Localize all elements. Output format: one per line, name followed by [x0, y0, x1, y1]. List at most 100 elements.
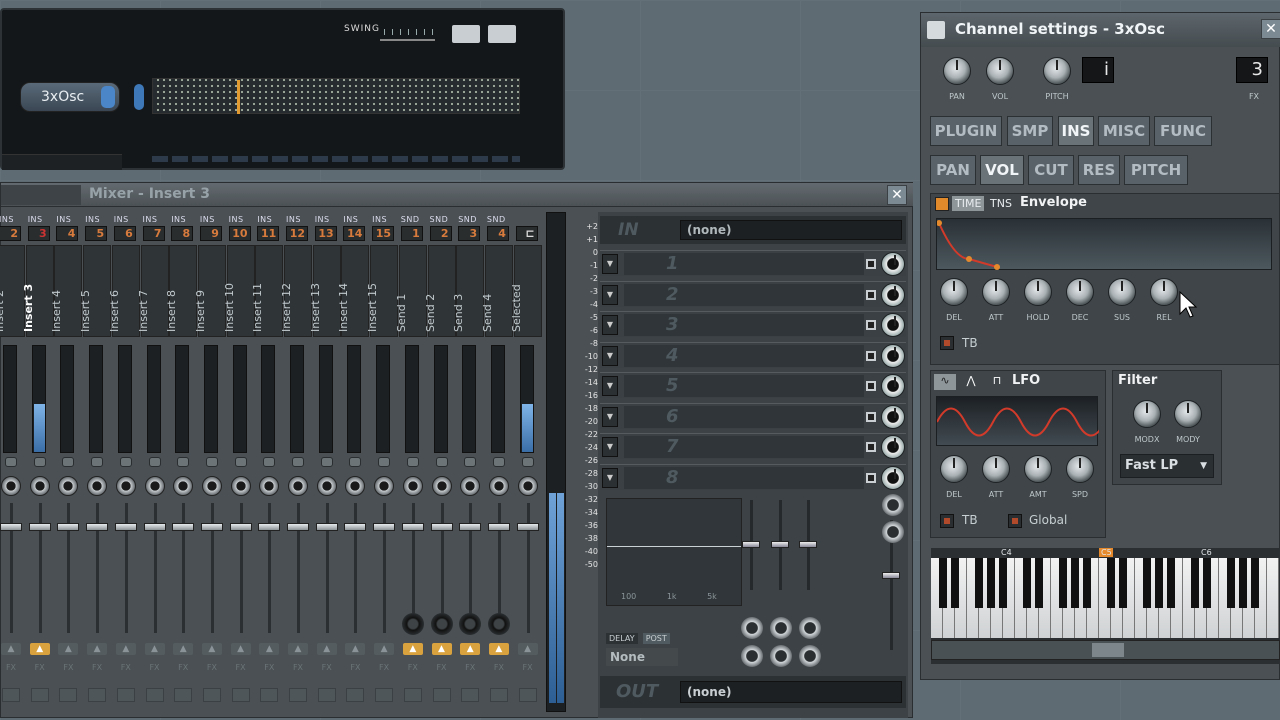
record-toggle[interactable] [116, 688, 135, 702]
slot-bar[interactable]: 8 [624, 466, 864, 489]
lfo-amt-knob[interactable] [1024, 455, 1052, 483]
mixer-strip[interactable]: INS 6 Insert 6 ▲ FX [108, 213, 140, 713]
eq-bw-knob-2[interactable] [770, 645, 792, 667]
eq-band-2-handle[interactable] [771, 541, 789, 548]
slot-bar[interactable]: 5 [624, 375, 864, 397]
tab-ins[interactable]: INS [1058, 116, 1094, 146]
slot-menu-button[interactable]: ▼ [602, 406, 618, 427]
slot-mix-knob[interactable] [881, 282, 905, 307]
route-arrow-icon[interactable]: ▲ [488, 643, 509, 655]
subtab-pan[interactable]: PAN [930, 155, 976, 185]
black-key[interactable] [939, 558, 947, 608]
slot-mute-toggle[interactable] [866, 411, 876, 422]
filter-type-select[interactable]: Fast LP ▼ [1120, 454, 1214, 478]
black-key[interactable] [1023, 558, 1031, 608]
slot-mix-knob[interactable] [881, 374, 905, 398]
pattern-selector[interactable] [2, 154, 122, 170]
strip-mute-led[interactable] [464, 457, 477, 467]
strip-mute-led[interactable] [234, 457, 247, 467]
record-toggle[interactable] [231, 688, 250, 702]
strip-mute-led[interactable] [521, 457, 534, 467]
lfo-graph[interactable] [936, 396, 1099, 446]
record-toggle[interactable] [174, 688, 193, 702]
mixer-strip[interactable]: INS 5 Insert 5 ▲ FX [79, 213, 112, 713]
output-volume-handle[interactable] [882, 572, 900, 579]
channel-close-button[interactable]: ✕ [1261, 19, 1280, 39]
mixer-strip[interactable]: INS 12 Insert 12 ▲ FX [280, 213, 312, 713]
channel-button[interactable]: 3xOsc [20, 82, 120, 112]
record-toggle[interactable] [317, 688, 336, 702]
black-key[interactable] [1107, 558, 1115, 608]
tab-smp[interactable]: SMP [1007, 116, 1053, 146]
strip-fader-handle[interactable] [459, 523, 482, 531]
strip-fader-handle[interactable] [143, 523, 166, 531]
strip-fader-handle[interactable] [430, 523, 453, 531]
fx-slot[interactable]: ▼ 2 [600, 280, 906, 307]
slot-mix-knob[interactable] [881, 404, 905, 429]
eq-freq-knob-3[interactable] [799, 617, 821, 639]
strip-mute-led[interactable] [435, 457, 448, 467]
mixer-close-button[interactable]: ✕ [887, 185, 907, 205]
strip-mute-led[interactable] [349, 457, 362, 467]
black-key[interactable] [1191, 558, 1199, 608]
mixer-strip[interactable]: INS 4 Insert 4 ▲ FX [50, 213, 83, 713]
tab-plugin[interactable]: PLUGIN [930, 116, 1002, 146]
black-key[interactable] [1143, 558, 1151, 608]
pan-knob[interactable] [943, 57, 971, 85]
eq-band-3-handle[interactable] [799, 541, 817, 548]
strip-mute-led[interactable] [406, 457, 419, 467]
eq-freq-knob-2[interactable] [770, 617, 792, 639]
strip-fader-handle[interactable] [86, 523, 109, 531]
strip-mute-led[interactable] [177, 457, 190, 467]
send-level-knob[interactable] [401, 613, 424, 635]
step-grid[interactable] [152, 78, 520, 114]
mixer-strip[interactable]: ⊏ Selected ▲ FX [510, 213, 542, 713]
strip-mute-led[interactable] [320, 457, 333, 467]
time-tab[interactable]: TIME [952, 196, 985, 211]
lfo-tempo-checkbox[interactable] [940, 514, 954, 528]
strip-pan-knob[interactable] [87, 476, 108, 496]
record-toggle[interactable] [461, 688, 480, 702]
route-arrow-icon[interactable]: ▲ [374, 643, 395, 655]
strip-pan-knob[interactable] [29, 476, 50, 496]
slot-mute-toggle[interactable] [866, 289, 876, 300]
strip-fader-handle[interactable] [0, 523, 22, 531]
strip-name-box[interactable]: Send 3 [452, 245, 485, 337]
slot-mute-toggle[interactable] [866, 320, 876, 330]
record-toggle[interactable] [202, 688, 221, 702]
lfo-spd-knob[interactable] [1066, 455, 1094, 483]
record-toggle[interactable] [489, 688, 508, 702]
black-key[interactable] [1203, 558, 1211, 608]
black-key[interactable] [1155, 558, 1163, 608]
strip-name-box[interactable]: Selected [510, 245, 542, 337]
strip-mute-led[interactable] [33, 457, 46, 467]
eq-freq-knob-1[interactable] [741, 617, 763, 639]
strip-fader-handle[interactable] [516, 523, 539, 531]
strip-pan-knob[interactable] [230, 476, 251, 496]
slot-mute-toggle[interactable] [866, 381, 876, 391]
eq-bw-knob-1[interactable] [741, 645, 763, 667]
black-key[interactable] [975, 558, 983, 608]
route-arrow-icon[interactable]: ▲ [173, 643, 194, 655]
strip-fader-handle[interactable] [258, 523, 281, 531]
black-key[interactable] [999, 558, 1007, 608]
strip-pan-knob[interactable] [316, 476, 337, 496]
strip-name-box[interactable]: Insert 6 [108, 245, 140, 337]
slot-mix-knob[interactable] [881, 435, 905, 459]
route-arrow-icon[interactable]: ▲ [115, 643, 136, 655]
slot-menu-button[interactable]: ▼ [602, 254, 618, 274]
strip-name-box[interactable]: Insert 9 [194, 245, 226, 337]
slot-mute-toggle[interactable] [866, 472, 876, 483]
route-arrow-icon[interactable]: ▲ [201, 643, 222, 655]
strip-fader-handle[interactable] [344, 523, 367, 531]
strip-pan-knob[interactable] [58, 476, 79, 496]
black-key[interactable] [1083, 558, 1091, 608]
slot-menu-button[interactable]: ▼ [602, 467, 618, 488]
subtab-res[interactable]: RES [1078, 155, 1120, 185]
fx-channel-display[interactable]: 3 [1236, 57, 1268, 83]
strip-pan-knob[interactable] [488, 476, 509, 496]
route-arrow-icon[interactable]: ▲ [230, 643, 251, 655]
strip-mute-led[interactable] [62, 457, 75, 467]
strip-fader-handle[interactable] [315, 523, 338, 531]
strip-pan-knob[interactable] [431, 476, 452, 496]
